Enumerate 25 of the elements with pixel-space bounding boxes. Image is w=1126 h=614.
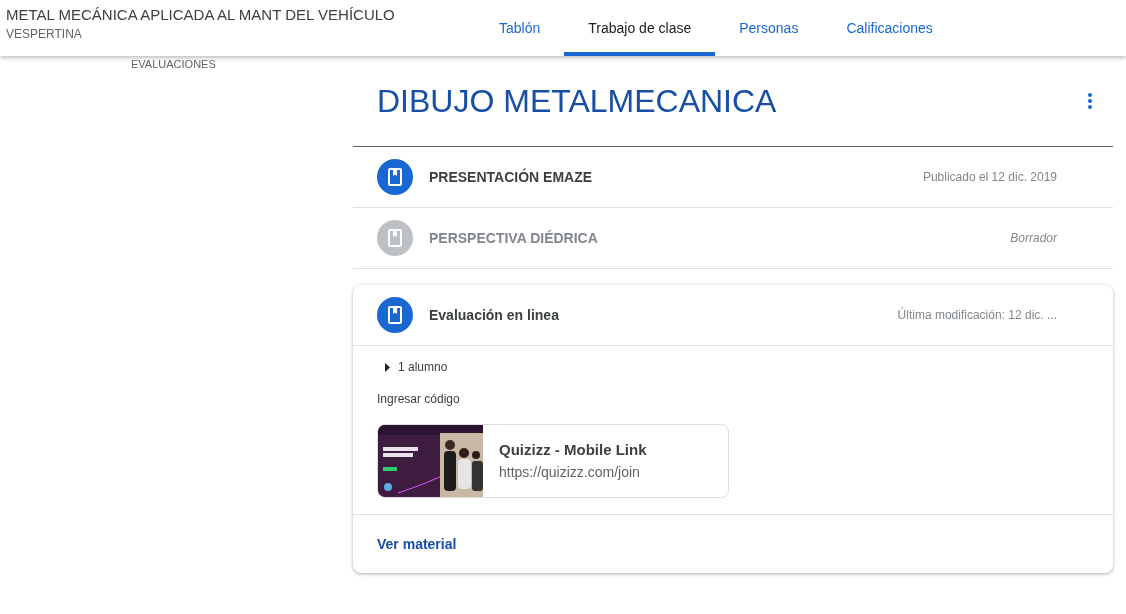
- link-attachment[interactable]: Quizizz - Mobile Link https://quizizz.com/join: [377, 424, 729, 498]
- material-title[interactable]: Evaluación en linea: [429, 307, 898, 323]
- bookmark-icon: [387, 168, 403, 186]
- material-status: Última modificación: 12 dic. ...: [897, 308, 1057, 322]
- material-status: Publicado el 12 dic. 2019: [922, 170, 1057, 184]
- material-description: Ingresar código: [377, 392, 461, 406]
- material-title[interactable]: PRESENTACIÓN EMAZE: [429, 169, 923, 185]
- nav-tab[interactable]: Trabajo de clase: [564, 0, 716, 56]
- bookmark-icon: [387, 306, 403, 324]
- caret-icon[interactable]: [385, 362, 390, 372]
- attachment-url: https://quizizz.com/join: [499, 464, 641, 480]
- student-count[interactable]: 1 alumno: [398, 360, 448, 374]
- bookmark-icon: [387, 229, 403, 247]
- more-options-icon[interactable]: [1087, 92, 1093, 110]
- material-title[interactable]: PERSPECTIVA DIÉDRICA: [429, 230, 1011, 246]
- material-status: Borrador: [1010, 231, 1057, 245]
- nav-tab[interactable]: Tablón: [475, 0, 565, 56]
- class-title: METAL MECÁNICA APLICADA AL MANT DEL VEHÍCULO: [6, 6, 396, 23]
- nav-tab[interactable]: Calificaciones: [822, 0, 957, 56]
- topic-title: DIBUJO METALMECANICA: [377, 82, 777, 120]
- class-section: VESPERTINA: [6, 27, 475, 41]
- view-material-link[interactable]: Ver material: [377, 536, 457, 552]
- topic-link[interactable]: EVALUACIONES: [131, 58, 216, 70]
- attachment-title: Quizizz - Mobile Link: [499, 441, 647, 458]
- nav-tab[interactable]: Personas: [715, 0, 823, 56]
